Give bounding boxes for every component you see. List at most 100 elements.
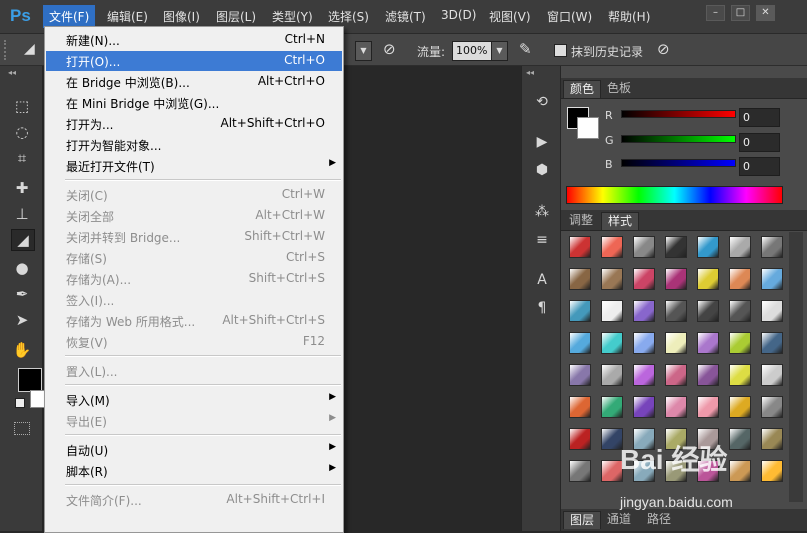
path-selection-icon[interactable]: ➤ bbox=[11, 310, 33, 330]
eraser-tool-preset-icon[interactable]: ◢ bbox=[24, 41, 35, 57]
menu-select[interactable]: 选择(S) bbox=[328, 8, 369, 25]
file-menu-item[interactable]: 新建(N)... Ctrl+N bbox=[46, 30, 342, 50]
flow-dropdown-button[interactable]: ▼ bbox=[491, 41, 508, 61]
style-preset-swatch[interactable] bbox=[665, 300, 687, 322]
hand-tool-icon[interactable]: ✋ bbox=[11, 340, 33, 360]
style-preset-swatch[interactable] bbox=[665, 332, 687, 354]
style-preset-swatch[interactable] bbox=[761, 332, 783, 354]
style-preset-swatch[interactable] bbox=[761, 364, 783, 386]
red-slider[interactable] bbox=[621, 110, 736, 118]
style-preset-swatch[interactable] bbox=[665, 364, 687, 386]
expand-dock-icon[interactable]: ◂◂ bbox=[526, 68, 534, 77]
actions-panel-icon[interactable]: ▶ bbox=[532, 132, 552, 152]
menu-type[interactable]: 类型(Y) bbox=[272, 8, 313, 25]
style-preset-swatch[interactable] bbox=[633, 236, 655, 258]
style-preset-swatch[interactable] bbox=[665, 236, 687, 258]
blue-slider[interactable] bbox=[621, 159, 736, 167]
style-preset-swatch[interactable] bbox=[761, 428, 783, 450]
file-menu-item[interactable]: 存储(S) Ctrl+S bbox=[46, 248, 342, 268]
blur-tool-icon[interactable]: ● bbox=[11, 258, 33, 278]
file-menu-item[interactable]: 最近打开文件(T) ▶ bbox=[46, 156, 342, 176]
file-menu-item[interactable]: 打开(O)... Ctrl+O bbox=[46, 51, 342, 71]
style-preset-swatch[interactable] bbox=[601, 236, 623, 258]
style-preset-swatch[interactable] bbox=[761, 268, 783, 290]
file-menu-item[interactable]: 签入(I)... bbox=[46, 290, 342, 310]
foreground-color-swatch[interactable] bbox=[18, 368, 42, 392]
style-preset-swatch[interactable] bbox=[601, 268, 623, 290]
style-preset-swatch[interactable] bbox=[601, 396, 623, 418]
lasso-tool-icon[interactable]: ◌ bbox=[11, 122, 33, 142]
maximize-button[interactable]: □ bbox=[731, 5, 750, 21]
style-preset-swatch[interactable] bbox=[729, 236, 751, 258]
file-menu-item[interactable]: 恢复(V) F12 bbox=[46, 332, 342, 352]
red-value-input[interactable]: 0 bbox=[739, 108, 780, 127]
tab-adjustments[interactable]: 调整 bbox=[563, 212, 599, 229]
menu-file[interactable]: 文件(F) bbox=[43, 5, 96, 28]
file-menu-item[interactable]: 导出(E) ▶ bbox=[46, 411, 342, 431]
eraser-tool-icon[interactable]: ◢ bbox=[11, 229, 35, 251]
file-menu-item[interactable]: 关闭并转到 Bridge... Shift+Ctrl+W bbox=[46, 227, 342, 247]
style-preset-swatch[interactable] bbox=[729, 300, 751, 322]
file-menu-item[interactable]: 关闭全部 Alt+Ctrl+W bbox=[46, 206, 342, 226]
style-preset-swatch[interactable] bbox=[601, 300, 623, 322]
style-preset-swatch[interactable] bbox=[761, 236, 783, 258]
green-slider[interactable] bbox=[621, 135, 736, 143]
history-panel-icon[interactable]: ⟲ bbox=[532, 92, 552, 112]
menu-view[interactable]: 视图(V) bbox=[489, 8, 531, 25]
style-preset-swatch[interactable] bbox=[665, 268, 687, 290]
style-preset-swatch[interactable] bbox=[569, 332, 591, 354]
menu-help[interactable]: 帮助(H) bbox=[608, 8, 650, 25]
style-preset-swatch[interactable] bbox=[761, 300, 783, 322]
file-menu-item[interactable]: 打开为... Alt+Shift+Ctrl+O bbox=[46, 114, 342, 134]
style-preset-swatch[interactable] bbox=[697, 332, 719, 354]
tab-styles[interactable]: 样式 bbox=[601, 212, 640, 230]
file-menu-item[interactable]: 在 Mini Bridge 中浏览(G)... bbox=[46, 93, 342, 113]
opacity-dropdown-button[interactable]: ▼ bbox=[355, 41, 372, 61]
tab-swatches[interactable]: 色板 bbox=[601, 80, 637, 97]
style-preset-swatch[interactable] bbox=[729, 396, 751, 418]
pressure-opacity-icon[interactable]: ⊘ bbox=[383, 40, 396, 58]
brush-presets-icon[interactable]: ≡ bbox=[532, 230, 552, 250]
tab-paths[interactable]: 路径 bbox=[641, 511, 677, 528]
style-preset-swatch[interactable] bbox=[569, 236, 591, 258]
green-value-input[interactable]: 0 bbox=[739, 133, 780, 152]
style-preset-swatch[interactable] bbox=[633, 332, 655, 354]
style-preset-swatch[interactable] bbox=[697, 396, 719, 418]
file-menu-item[interactable]: 打开为智能对象... bbox=[46, 135, 342, 155]
collapse-toolbar-icon[interactable]: ◂◂ bbox=[8, 68, 16, 77]
style-preset-swatch[interactable] bbox=[729, 364, 751, 386]
style-preset-swatch[interactable] bbox=[697, 364, 719, 386]
style-preset-swatch[interactable] bbox=[601, 364, 623, 386]
default-colors-icon[interactable] bbox=[15, 398, 25, 408]
style-preset-swatch[interactable] bbox=[697, 268, 719, 290]
tab-layers[interactable]: 图层 bbox=[563, 511, 602, 529]
file-menu-item[interactable]: 自动(U) ▶ bbox=[46, 440, 342, 460]
style-preset-swatch[interactable] bbox=[633, 396, 655, 418]
style-preset-swatch[interactable] bbox=[665, 396, 687, 418]
style-preset-swatch[interactable] bbox=[633, 300, 655, 322]
file-menu-item[interactable]: 置入(L)... bbox=[46, 361, 342, 381]
style-preset-swatch[interactable] bbox=[569, 268, 591, 290]
menu-layer[interactable]: 图层(L) bbox=[216, 8, 256, 25]
style-preset-swatch[interactable] bbox=[569, 396, 591, 418]
style-preset-swatch[interactable] bbox=[633, 364, 655, 386]
options-bar-grip[interactable] bbox=[4, 40, 9, 60]
healing-brush-icon[interactable]: ✚ bbox=[11, 178, 33, 198]
paragraph-panel-icon[interactable]: ¶ bbox=[532, 298, 552, 318]
file-menu-item[interactable]: 存储为 Web 所用格式... Alt+Shift+Ctrl+S bbox=[46, 311, 342, 331]
color-background-swatch[interactable] bbox=[577, 117, 599, 139]
pressure-size-icon[interactable]: ⊘ bbox=[657, 40, 670, 58]
tab-channels[interactable]: 通道 bbox=[601, 511, 637, 528]
menu-image[interactable]: 图像(I) bbox=[163, 8, 200, 25]
style-preset-swatch[interactable] bbox=[569, 364, 591, 386]
style-preset-swatch[interactable] bbox=[569, 460, 591, 482]
crop-tool-icon[interactable]: ⌗ bbox=[11, 148, 33, 168]
airbrush-icon[interactable]: ✎ bbox=[519, 40, 532, 58]
file-menu-item[interactable]: 导入(M) ▶ bbox=[46, 390, 342, 410]
menu-3d[interactable]: 3D(D) bbox=[441, 8, 476, 22]
style-preset-swatch[interactable] bbox=[729, 268, 751, 290]
styles-scrollbar[interactable] bbox=[789, 232, 803, 502]
pen-tool-icon[interactable]: ✒ bbox=[11, 284, 33, 304]
character-panel-icon[interactable]: A bbox=[532, 270, 552, 290]
style-preset-swatch[interactable] bbox=[729, 460, 751, 482]
